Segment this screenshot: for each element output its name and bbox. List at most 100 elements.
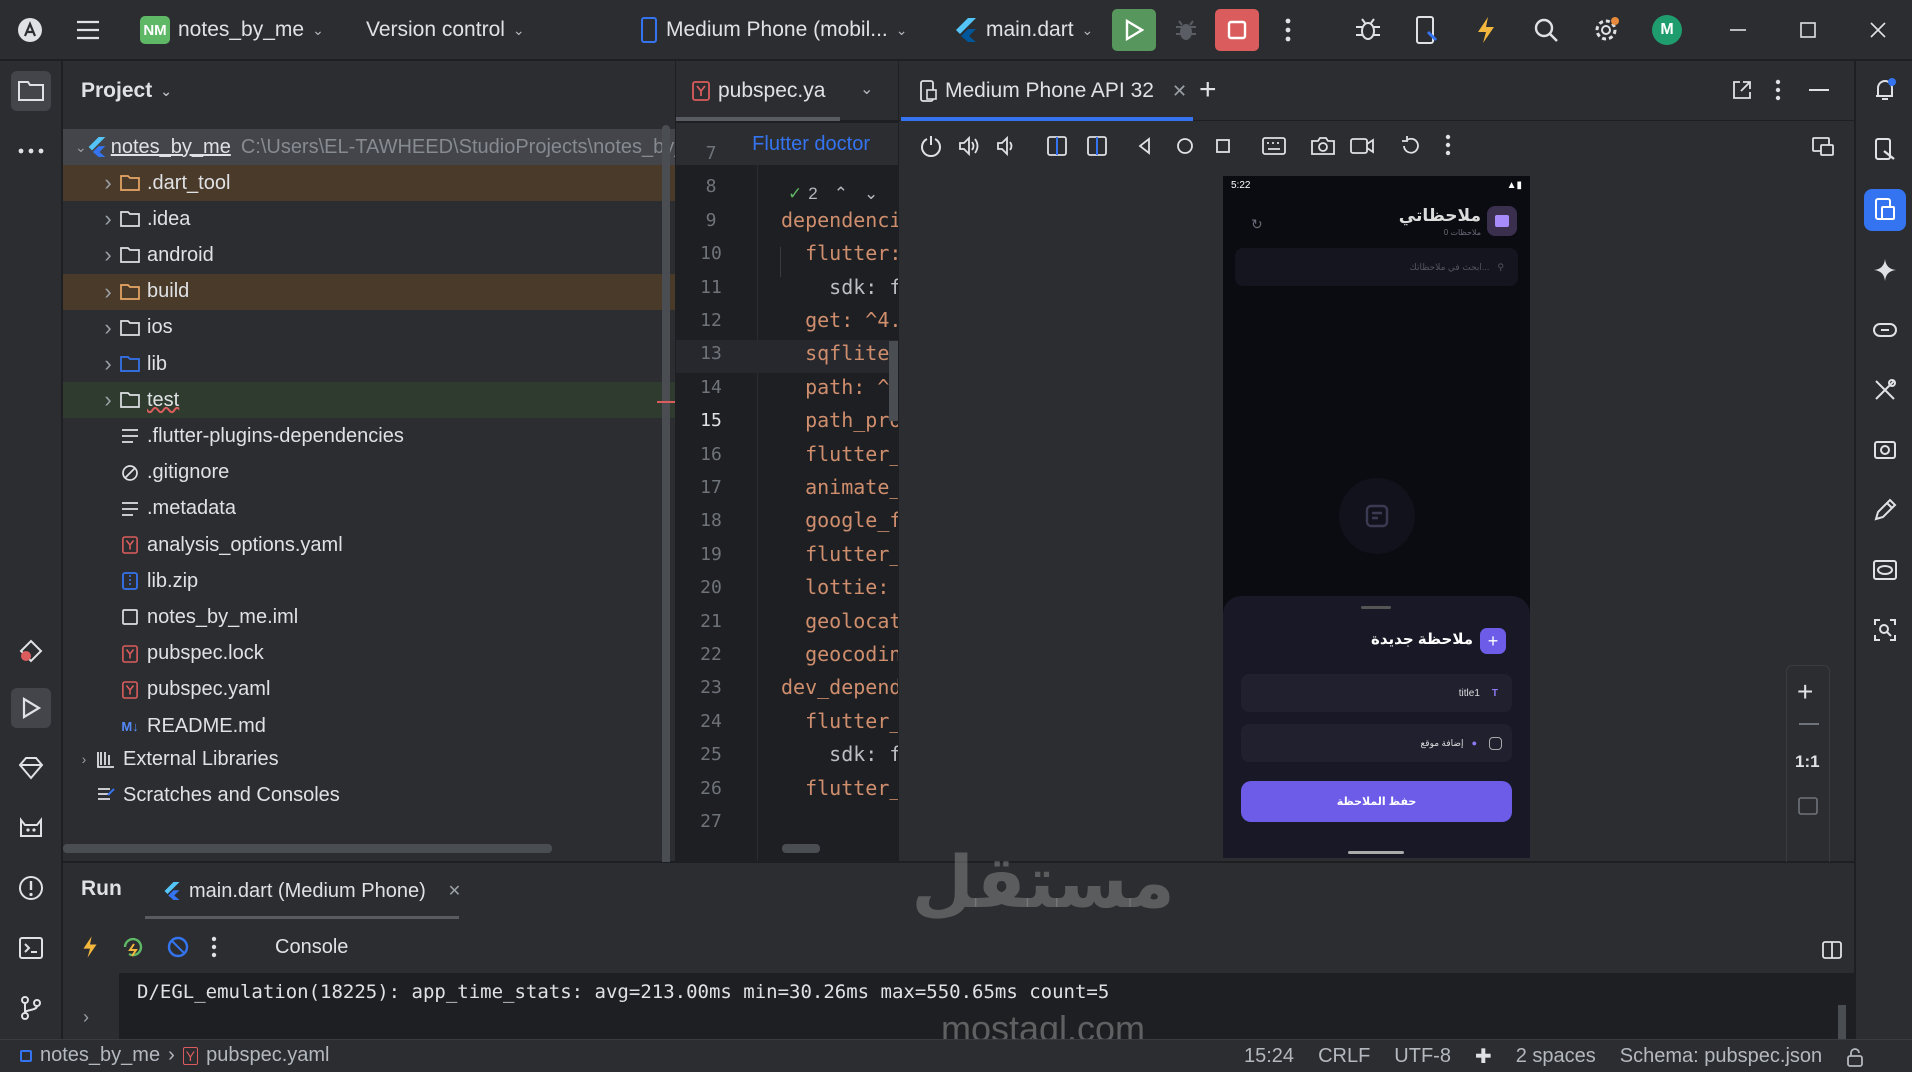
close-tab-icon[interactable]: ✕ <box>448 881 461 901</box>
indent-setting[interactable]: 2 spaces <box>1516 1045 1596 1068</box>
breadcrumb-file[interactable]: pubspec.yaml <box>206 1044 329 1067</box>
editor-horizontal-scrollbar[interactable] <box>782 844 820 853</box>
gesture-bar[interactable] <box>1348 851 1404 854</box>
layout-toggle-icon[interactable] <box>1821 939 1843 961</box>
console-scrollbar[interactable] <box>1838 1005 1846 1040</box>
rotate-right-icon[interactable] <box>1085 134 1109 158</box>
maximize-window-icon[interactable] <box>1790 12 1826 48</box>
close-tab-icon[interactable]: ✕ <box>1172 81 1187 102</box>
overview-icon[interactable] <box>1211 134 1235 158</box>
close-window-icon[interactable] <box>1860 12 1896 48</box>
dart-analysis-icon[interactable] <box>11 748 51 788</box>
volume-up-icon[interactable] <box>957 134 981 158</box>
stop-button[interactable] <box>1215 9 1259 51</box>
tree-row-readme-md[interactable]: M↓ README.md <box>63 708 675 744</box>
inspections-widget[interactable]: ✓ 2 ⌃ ⌄ <box>788 184 878 204</box>
chevron-right-icon[interactable]: › <box>99 315 117 341</box>
tree-root-row[interactable]: ⌄ notes_by_me C:\Users\EL-TAWHEED\Studio… <box>63 129 675 165</box>
location-checkbox[interactable] <box>1489 736 1502 750</box>
user-avatar[interactable]: M <box>1652 15 1682 45</box>
main-menu-icon[interactable] <box>70 12 106 48</box>
zoom-actual-size[interactable]: 1:1 <box>1795 752 1820 772</box>
project-tool-button[interactable] <box>11 71 51 111</box>
app-links-icon[interactable] <box>1864 309 1906 351</box>
device-manager-icon[interactable] <box>1408 12 1444 48</box>
project-horizontal-scrollbar[interactable] <box>63 844 552 853</box>
chevron-right-icon[interactable]: › <box>99 387 117 413</box>
run-tool-button[interactable] <box>11 688 51 728</box>
tree-row-pubspec-lock[interactable]: pubspec.lock <box>63 636 675 672</box>
line-separator[interactable]: CRLF <box>1318 1045 1370 1068</box>
reset-icon[interactable] <box>1399 134 1423 158</box>
notifications-icon[interactable] <box>1864 69 1906 111</box>
tree-row-metadata[interactable]: .metadata <box>63 491 675 527</box>
project-switcher[interactable]: NM notes_by_me ⌄ <box>140 0 324 60</box>
save-note-button[interactable]: حفظ الملاحظة <box>1241 781 1512 822</box>
minimize-window-icon[interactable] <box>1720 12 1756 48</box>
json-schema[interactable]: Schema: pubspec.json <box>1620 1045 1822 1068</box>
tools-icon[interactable] <box>1864 369 1906 411</box>
tree-row-android[interactable]: › android <box>63 237 675 273</box>
more-options-icon[interactable] <box>1775 79 1781 101</box>
vcs-menu[interactable]: Version control ⌄ <box>366 0 525 60</box>
tree-row-gitignore[interactable]: .gitignore <box>63 455 675 491</box>
tree-row-dart-tool[interactable]: › .dart_tool <box>63 165 675 201</box>
note-title-input[interactable]: title1 T <box>1241 674 1512 712</box>
emulator-tab[interactable]: Medium Phone API 32 ✕ <box>919 61 1187 121</box>
screen-record-icon[interactable] <box>1349 134 1375 158</box>
console-tab[interactable]: Console <box>275 936 348 959</box>
tabs-dropdown-icon[interactable]: ⌄ <box>860 79 873 99</box>
screenshot-inspector-icon[interactable] <box>1864 609 1906 651</box>
edit-icon[interactable] <box>1864 489 1906 531</box>
chevron-right-icon[interactable]: › <box>99 170 117 196</box>
zoom-fit-icon[interactable] <box>1797 796 1819 816</box>
tree-row-ios[interactable]: › ios <box>63 310 675 346</box>
hot-reload-icon[interactable] <box>81 935 99 959</box>
search-field[interactable]: ابحث في ملاحظاتك... ⚲ <box>1235 248 1518 286</box>
running-devices-icon[interactable] <box>1864 189 1906 231</box>
run-tab-main[interactable]: main.dart (Medium Phone) ✕ <box>163 863 461 919</box>
search-icon[interactable] <box>1528 12 1564 48</box>
hot-reload-icon[interactable] <box>1468 12 1504 48</box>
code-editor[interactable]: pubspec.ya ⌄ Flutter doctor ✓ 2 ⌃ ⌄ 7 8 9 d… <box>676 61 898 861</box>
chevron-right-icon[interactable]: › <box>99 242 117 268</box>
zoom-out-icon[interactable] <box>1799 723 1819 725</box>
flutter-inspector-icon[interactable] <box>11 631 51 671</box>
open-external-icon[interactable] <box>1731 79 1753 101</box>
terminal-icon[interactable] <box>11 928 51 968</box>
tree-row-scratches[interactable]: Scratches and Consoles <box>63 777 675 813</box>
power-icon[interactable] <box>919 134 943 158</box>
volume-down-icon[interactable] <box>995 134 1019 158</box>
flutter-status-icon[interactable]: ✚ <box>1475 1044 1492 1069</box>
git-branch-icon[interactable] <box>11 988 51 1028</box>
project-view-selector[interactable]: Project ⌄ <box>81 79 172 103</box>
add-location-row[interactable]: إضافة موقع ● <box>1241 724 1512 762</box>
add-device-icon[interactable]: + <box>1199 73 1217 107</box>
devtools-icon[interactable] <box>167 936 189 958</box>
chevron-right-icon[interactable]: › <box>99 279 117 305</box>
chevron-right-icon[interactable]: › <box>99 351 117 377</box>
tree-row-lib[interactable]: › lib <box>63 346 675 382</box>
device-selector[interactable]: Medium Phone (mobil... ⌄ <box>640 0 908 60</box>
home-icon[interactable] <box>1173 134 1197 158</box>
chevron-down-icon[interactable]: ⌄ <box>864 184 878 204</box>
file-encoding[interactable]: UTF-8 <box>1394 1045 1451 1068</box>
tree-row-test[interactable]: › test <box>63 382 675 419</box>
tree-row-pubspec-yaml[interactable]: pubspec.yaml <box>63 672 675 708</box>
chevron-up-icon[interactable]: ⌃ <box>834 184 848 204</box>
settings-gear-icon[interactable] <box>1588 12 1624 48</box>
minimize-panel-icon[interactable] <box>1809 89 1829 91</box>
breadcrumb-project[interactable]: notes_by_me <box>40 1044 160 1067</box>
more-options-icon[interactable] <box>211 936 217 958</box>
refresh-icon[interactable]: ↻ <box>1251 216 1263 233</box>
gemini-icon[interactable] <box>1864 249 1906 291</box>
tree-row-notes-by-me-iml[interactable]: notes_by_me.iml <box>63 599 675 635</box>
caret-position[interactable]: 15:24 <box>1244 1045 1294 1068</box>
rotate-left-icon[interactable] <box>1045 134 1069 158</box>
zoom-in-icon[interactable]: + <box>1797 676 1813 708</box>
emulator-screen[interactable]: 5:22 ▲▮ ملاحظاتي 0 ملاحظات ↻ ابحث في ملا… <box>1223 176 1530 858</box>
tree-row-flutter-plugins-dependencies[interactable]: .flutter-plugins-dependencies <box>63 418 675 454</box>
hot-restart-icon[interactable] <box>121 936 145 958</box>
chevron-right-icon[interactable]: › <box>83 1007 89 1028</box>
tree-row-analysis-options-yaml[interactable]: analysis_options.yaml <box>63 527 675 563</box>
